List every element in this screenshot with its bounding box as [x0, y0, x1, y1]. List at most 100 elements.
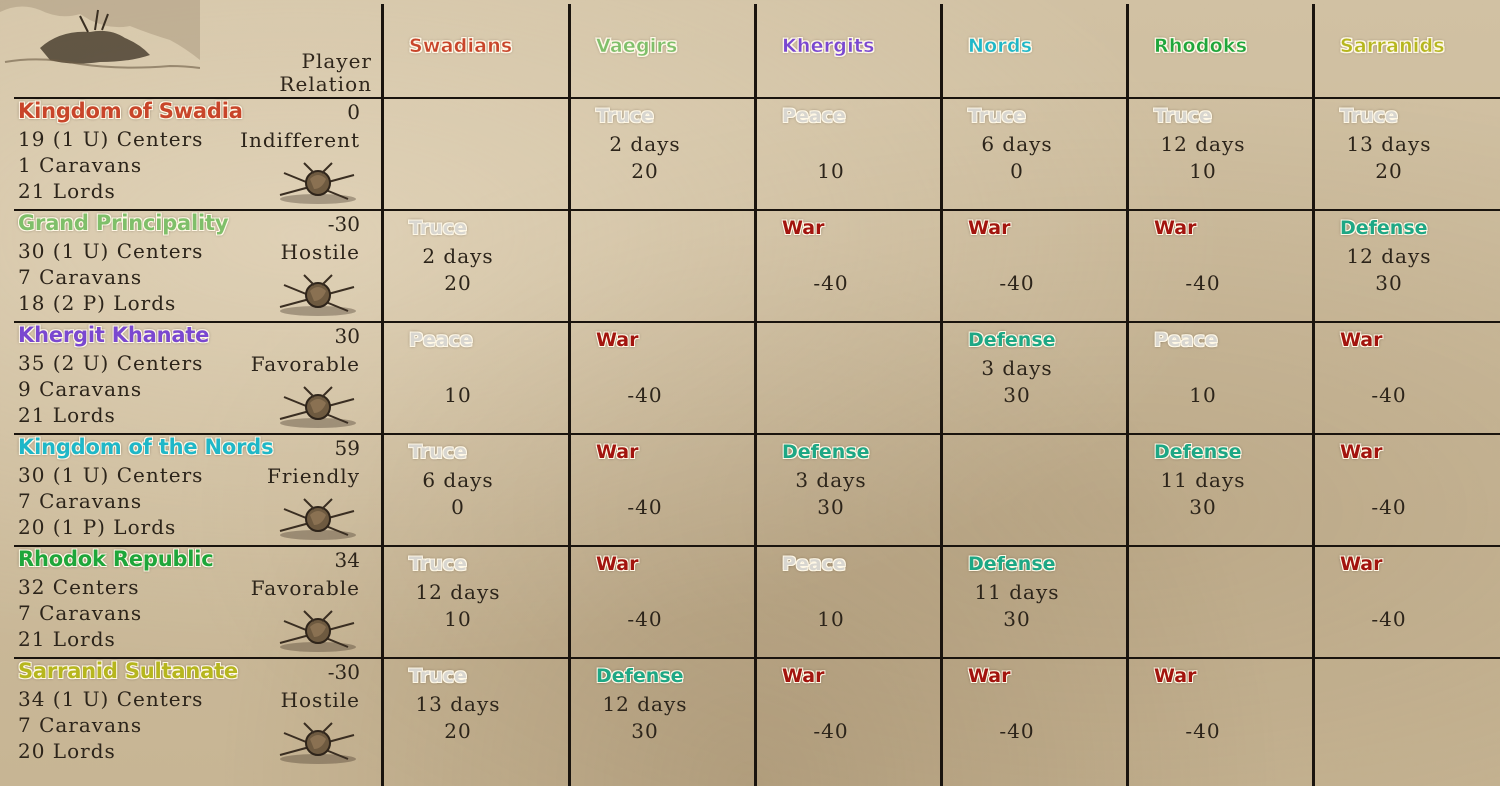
relation-cell[interactable]: War -40: [1314, 435, 1494, 543]
faction-row-info: Kingdom of the Nords 59 30 (1 U) Centers 7 …: [18, 433, 380, 543]
faction-name[interactable]: Kingdom of Swadia: [18, 99, 243, 123]
column-header-rhodoks: Rhodoks: [1154, 35, 1248, 58]
relation-state-defense: Defense: [968, 553, 1056, 575]
relation-cell[interactable]: War -40: [1128, 211, 1308, 319]
relation-cell[interactable]: Truce 12 days 10: [383, 547, 563, 655]
relation-cell[interactable]: Defense 12 days 30: [570, 659, 750, 767]
relation-state-peace: Peace: [409, 329, 473, 351]
relation-cell[interactable]: War -40: [1314, 547, 1494, 655]
relation-cell[interactable]: War -40: [570, 547, 750, 655]
relation-state-war: War: [782, 665, 825, 687]
relation-cell[interactable]: Truce 6 days 0: [942, 99, 1122, 207]
relation-status: Hostile: [280, 688, 360, 712]
faction-lords: 20 (1 P) Lords: [18, 515, 177, 539]
faction-centers: 19 (1 U) Centers: [18, 127, 204, 151]
relation-score: -40: [1185, 719, 1221, 743]
player-relation-value: -30: [327, 660, 360, 684]
relation-state-truce: Truce: [968, 105, 1026, 127]
faction-caravans: 9 Caravans: [18, 377, 143, 401]
relation-days: 13 days: [415, 692, 501, 716]
relation-cell[interactable]: War -40: [756, 659, 936, 767]
relation-cell[interactable]: Truce 2 days 20: [570, 99, 750, 207]
relation-score: 10: [444, 383, 472, 407]
relation-state-war: War: [1340, 329, 1383, 351]
relation-cell[interactable]: Peace 10: [383, 323, 563, 431]
relation-score: -40: [1371, 607, 1407, 631]
faction-caravans: 1 Caravans: [18, 153, 143, 177]
relation-cell[interactable]: Defense 3 days 30: [756, 435, 936, 543]
relation-cell[interactable]: Defense 3 days 30: [942, 323, 1122, 431]
relation-cell[interactable]: War -40: [756, 211, 936, 319]
relation-cell[interactable]: Truce 2 days 20: [383, 211, 563, 319]
relation-state-peace: Peace: [782, 553, 846, 575]
relation-cell[interactable]: Peace 10: [756, 547, 936, 655]
relation-days: 2 days: [609, 132, 681, 156]
player-relation-value: 0: [347, 100, 360, 124]
faction-row-info: Grand Principality -30 30 (1 U) Centers 7 C…: [18, 209, 380, 319]
player-relation-line1: Player: [301, 49, 372, 73]
faction-centers: 30 (1 U) Centers: [18, 463, 204, 487]
relation-state-truce: Truce: [596, 105, 654, 127]
relation-cell[interactable]: Peace 10: [756, 99, 936, 207]
player-relation-line2: Relation: [279, 72, 372, 96]
faction-name[interactable]: Kingdom of the Nords: [18, 435, 274, 459]
relation-cell[interactable]: Peace 10: [1128, 323, 1308, 431]
faction-name[interactable]: Grand Principality: [18, 211, 229, 235]
faction-name[interactable]: Sarranid Sultanate: [18, 659, 238, 683]
relation-cell[interactable]: Truce 6 days 0: [383, 435, 563, 543]
relation-state-war: War: [1154, 665, 1197, 687]
relation-cell[interactable]: War -40: [942, 659, 1122, 767]
faction-lords: 18 (2 P) Lords: [18, 291, 177, 315]
relation-score: 20: [444, 271, 472, 295]
faction-caravans: 7 Caravans: [18, 265, 143, 289]
relation-cell[interactable]: War -40: [570, 435, 750, 543]
relation-score: -40: [999, 719, 1035, 743]
relation-state-war: War: [968, 217, 1011, 239]
relation-score: -40: [627, 607, 663, 631]
faction-caravans: 7 Caravans: [18, 713, 143, 737]
relation-status: Indifferent: [240, 128, 360, 152]
faction-centers: 34 (1 U) Centers: [18, 687, 204, 711]
relation-state-truce: Truce: [409, 665, 467, 687]
relation-cell[interactable]: Defense 12 days 30: [1314, 211, 1494, 319]
relation-state-war: War: [1340, 553, 1383, 575]
relation-cell[interactable]: Truce 12 days 10: [1128, 99, 1308, 207]
relation-score: 10: [1189, 383, 1217, 407]
relation-score: 30: [631, 719, 659, 743]
faction-name[interactable]: Khergit Khanate: [18, 323, 209, 347]
relation-score: -40: [813, 271, 849, 295]
relation-score: 20: [1375, 159, 1403, 183]
player-relation-value: 30: [334, 324, 360, 348]
relation-days: 12 days: [1346, 244, 1432, 268]
relation-cell[interactable]: Defense 11 days 30: [1128, 435, 1308, 543]
relation-cell[interactable]: Truce 13 days 20: [383, 659, 563, 767]
relation-score: 30: [1003, 607, 1031, 631]
relation-score: 20: [631, 159, 659, 183]
faction-row-info: Kingdom of Swadia 0 19 (1 U) Centers 1 Cara…: [18, 97, 380, 207]
relation-cell[interactable]: War -40: [942, 211, 1122, 319]
relation-status: Favorable: [250, 352, 360, 376]
relation-score: 10: [817, 159, 845, 183]
relation-cell[interactable]: War -40: [1128, 659, 1308, 767]
relation-state-war: War: [596, 441, 639, 463]
column-header-vaegirs: Vaegirs: [596, 35, 678, 58]
faction-centers: 30 (1 U) Centers: [18, 239, 204, 263]
relation-state-defense: Defense: [1154, 441, 1242, 463]
relation-cell[interactable]: War -40: [570, 323, 750, 431]
relation-cell[interactable]: Defense 11 days 30: [942, 547, 1122, 655]
relation-score: 30: [1003, 383, 1031, 407]
relation-days: 3 days: [981, 356, 1053, 380]
relation-score: -40: [813, 719, 849, 743]
relation-cell[interactable]: Truce 13 days 20: [1314, 99, 1494, 207]
faction-caravans: 7 Caravans: [18, 489, 143, 513]
relation-state-peace: Peace: [1154, 329, 1218, 351]
relation-days: 12 days: [415, 580, 501, 604]
faction-caravans: 7 Caravans: [18, 601, 143, 625]
faction-row-info: Khergit Khanate 30 35 (2 U) Centers 9 Carav…: [18, 321, 380, 431]
relation-score: -40: [1371, 495, 1407, 519]
faction-name[interactable]: Rhodok Republic: [18, 547, 214, 571]
faction-lords: 21 Lords: [18, 403, 116, 427]
relation-state-defense: Defense: [782, 441, 870, 463]
relation-cell[interactable]: War -40: [1314, 323, 1494, 431]
player-relation-header: Player Relation: [262, 50, 372, 96]
